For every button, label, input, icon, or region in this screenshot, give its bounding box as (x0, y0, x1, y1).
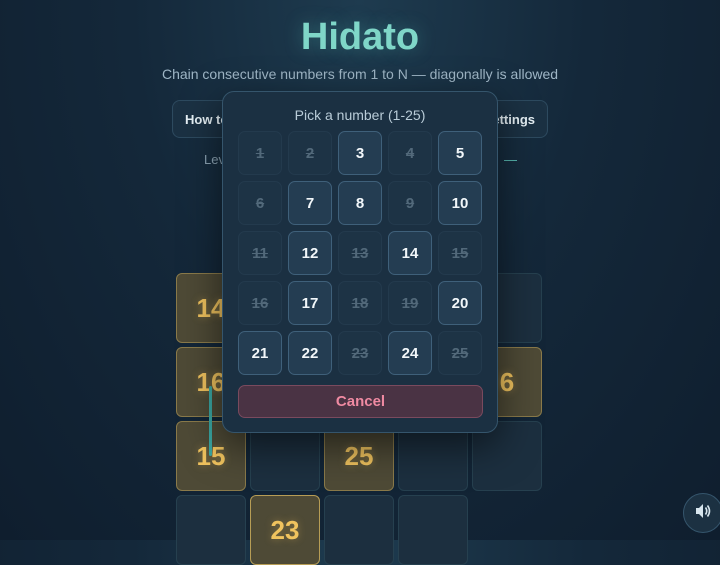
number-option[interactable]: 17 (288, 281, 332, 325)
number-option: 25 (438, 331, 482, 375)
number-option: 13 (338, 231, 382, 275)
number-option[interactable]: 3 (338, 131, 382, 175)
board-cell[interactable] (398, 495, 468, 565)
number-option: 4 (388, 131, 432, 175)
number-option[interactable]: 14 (388, 231, 432, 275)
path-connector (209, 386, 212, 456)
game-subtitle: Chain consecutive numbers from 1 to N — … (161, 66, 559, 82)
number-option: 2 (288, 131, 332, 175)
number-option[interactable]: 21 (238, 331, 282, 375)
number-option: 19 (388, 281, 432, 325)
speaker-icon (693, 501, 713, 526)
game-title: Hidato (300, 16, 420, 58)
number-option: 11 (238, 231, 282, 275)
number-option[interactable]: 12 (288, 231, 332, 275)
board-cell[interactable] (176, 495, 246, 565)
status-dash: — (504, 152, 517, 167)
number-option: 23 (338, 331, 382, 375)
sound-button[interactable] (683, 493, 720, 533)
number-option: 18 (338, 281, 382, 325)
number-option: 9 (388, 181, 432, 225)
cancel-button[interactable]: Cancel (238, 385, 483, 418)
number-option[interactable]: 7 (288, 181, 332, 225)
number-option[interactable]: 24 (388, 331, 432, 375)
board-cell[interactable]: 23 (250, 495, 320, 565)
number-option: 6 (238, 181, 282, 225)
picker-title: Pick a number (1-25) (294, 107, 426, 123)
number-option[interactable]: 5 (438, 131, 482, 175)
board-cell[interactable] (324, 495, 394, 565)
number-option: 16 (238, 281, 282, 325)
number-option[interactable]: 22 (288, 331, 332, 375)
number-option[interactable]: 20 (438, 281, 482, 325)
number-option[interactable]: 10 (438, 181, 482, 225)
number-option[interactable]: 8 (338, 181, 382, 225)
number-option: 1 (238, 131, 282, 175)
number-option: 15 (438, 231, 482, 275)
number-picker-modal: Pick a number (1-25) 1 2 3 4 5 6 7 8 9 10 11 12 13 14… (222, 91, 498, 433)
